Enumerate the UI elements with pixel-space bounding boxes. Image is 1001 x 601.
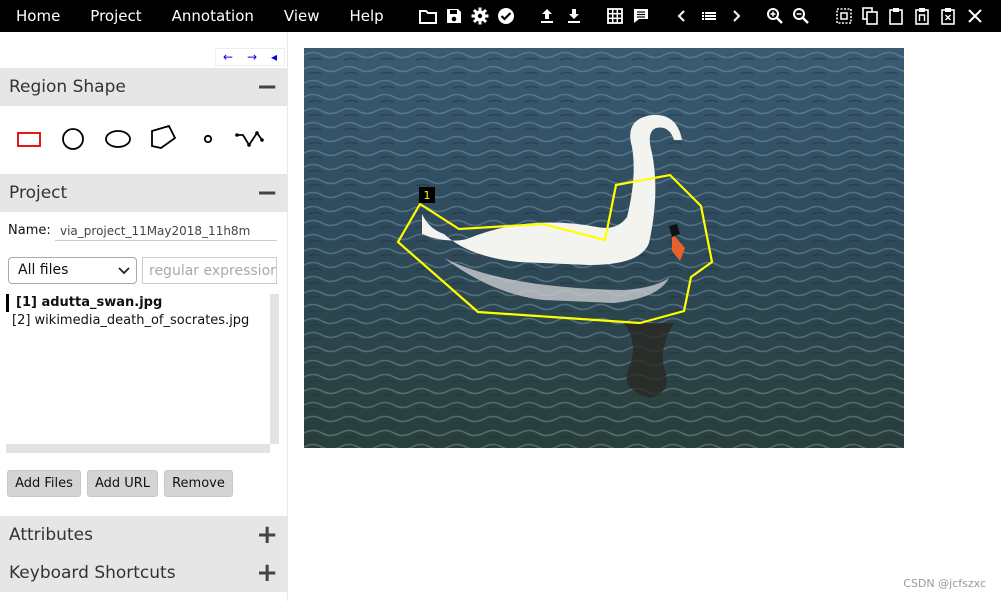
attributes-title: Attributes <box>9 525 93 545</box>
chevron-down-icon <box>118 267 130 275</box>
paste-n-icon[interactable] <box>912 6 932 26</box>
nav-next-arrow[interactable]: → <box>247 50 257 64</box>
remove-button[interactable]: Remove <box>164 470 233 497</box>
check-circle-icon[interactable] <box>496 6 516 26</box>
attributes-expand-toggle[interactable]: + <box>256 522 278 548</box>
paste-x-icon[interactable] <box>938 6 958 26</box>
file-list-horizontal-scrollbar[interactable] <box>6 444 270 453</box>
menu-annotation[interactable]: Annotation <box>157 0 269 32</box>
select-all-icon[interactable] <box>834 6 854 26</box>
point-shape-button[interactable] <box>191 122 225 156</box>
rectangle-shape-button[interactable] <box>12 122 46 156</box>
keyboard-shortcuts-header[interactable]: Keyboard Shortcuts + <box>0 554 287 592</box>
grid-icon[interactable] <box>605 6 625 26</box>
file-list-vertical-scrollbar[interactable] <box>270 294 279 444</box>
zoom-in-icon[interactable] <box>765 6 785 26</box>
file-list: [1] adutta_swan.jpg [2] wikimedia_death_… <box>6 294 280 454</box>
file-list-item-1[interactable]: [1] adutta_swan.jpg <box>6 294 280 312</box>
add-url-button[interactable]: Add URL <box>87 470 158 497</box>
project-header[interactable]: Project − <box>0 174 287 212</box>
folder-icon[interactable] <box>418 6 438 26</box>
region-label: 1 <box>424 189 431 202</box>
menu-home[interactable]: Home <box>0 0 75 32</box>
menu-view[interactable]: View <box>269 0 335 32</box>
region-shape-collapse-toggle[interactable]: − <box>256 74 278 100</box>
menu-project[interactable]: Project <box>75 0 156 32</box>
copy-icon[interactable] <box>860 6 880 26</box>
swan-image: 1 <box>304 48 904 448</box>
app-window: Home Project Annotation View Help ← → ◂ … <box>0 0 1001 601</box>
project-name-label: Name: <box>8 223 51 238</box>
paste-icon[interactable] <box>886 6 906 26</box>
download-icon[interactable] <box>564 6 584 26</box>
keyboard-shortcuts-expand-toggle[interactable]: + <box>256 560 278 586</box>
attributes-header[interactable]: Attributes + <box>0 516 287 554</box>
region-shape-toolbar <box>0 106 287 174</box>
project-name-row: Name: <box>8 221 278 241</box>
region-shape-header[interactable]: Region Shape − <box>0 68 287 106</box>
file-filter-value: All files <box>18 262 69 278</box>
comment-icon[interactable] <box>631 6 651 26</box>
project-title: Project <box>9 183 68 203</box>
zoom-out-icon[interactable] <box>791 6 811 26</box>
file-list-item-2[interactable]: [2] wikimedia_death_of_socrates.jpg <box>6 312 280 330</box>
file-filter-select[interactable]: All files <box>8 257 137 284</box>
save-icon[interactable] <box>444 6 464 26</box>
region-shape-title: Region Shape <box>9 77 126 97</box>
regex-filter-input[interactable] <box>142 257 277 284</box>
polyline-shape-button[interactable] <box>233 122 267 156</box>
keyboard-shortcuts-title: Keyboard Shortcuts <box>9 563 176 583</box>
nav-prev-arrow[interactable]: ← <box>223 50 233 64</box>
project-name-input[interactable] <box>55 221 277 241</box>
upload-icon[interactable] <box>537 6 557 26</box>
list-icon[interactable] <box>699 6 719 26</box>
add-files-button[interactable]: Add Files <box>7 470 81 497</box>
menu-help[interactable]: Help <box>335 0 399 32</box>
polygon-shape-button[interactable] <box>146 122 180 156</box>
gear-icon[interactable] <box>470 6 490 26</box>
chevron-left-icon[interactable] <box>672 6 692 26</box>
left-panel: ← → ◂ Region Shape − Project − Name: via… <box>0 32 288 601</box>
panel-collapse-arrow[interactable]: ◂ <box>271 50 277 64</box>
chevron-right-icon[interactable] <box>726 6 746 26</box>
project-collapse-toggle[interactable]: − <box>256 180 278 206</box>
watermark: CSDN @jcfszxc <box>903 577 986 590</box>
image-canvas[interactable]: 1 <box>304 48 904 448</box>
circle-shape-button[interactable] <box>56 122 90 156</box>
close-icon[interactable] <box>965 6 985 26</box>
panel-nav: ← → ◂ <box>215 48 285 66</box>
ellipse-shape-button[interactable] <box>101 122 135 156</box>
top-menu-bar: Home Project Annotation View Help <box>0 0 1001 32</box>
